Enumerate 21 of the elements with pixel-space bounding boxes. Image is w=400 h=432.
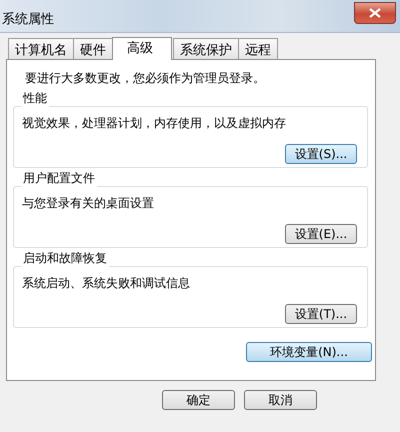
close-icon xyxy=(368,8,382,18)
dialog-button[interactable]: 确定 xyxy=(162,390,235,410)
tab[interactable]: 计算机名 xyxy=(8,38,74,59)
settings-button[interactable]: 设置(S)... xyxy=(285,144,357,164)
window-title: 系统属性 xyxy=(2,11,54,28)
group-title: 性能 xyxy=(21,90,49,107)
dialog-button[interactable]: 取消 xyxy=(244,390,317,410)
group-description: 与您登录有关的桌面设置 xyxy=(22,195,155,212)
group-title: 用户配置文件 xyxy=(21,170,97,187)
settings-button[interactable]: 设置(E)... xyxy=(285,224,357,244)
group-description: 系统启动、系统失败和调试信息 xyxy=(22,275,191,292)
group-title: 启动和故障恢复 xyxy=(21,250,109,267)
tab[interactable]: 系统保护 xyxy=(173,38,239,59)
close-button[interactable] xyxy=(354,2,396,24)
group-description: 视觉效果，处理器计划，内存使用，以及虚拟内存 xyxy=(22,115,287,132)
notice-text: 要进行大多数更改，您必须作为管理员登录。 xyxy=(25,70,266,87)
environment-variables-button[interactable]: 环境变量(N)... xyxy=(246,342,372,362)
tab[interactable]: 硬件 xyxy=(73,38,113,59)
tab[interactable]: 远程 xyxy=(238,38,278,59)
settings-button[interactable]: 设置(T)... xyxy=(285,304,357,324)
tab[interactable]: 高级 xyxy=(112,37,172,60)
